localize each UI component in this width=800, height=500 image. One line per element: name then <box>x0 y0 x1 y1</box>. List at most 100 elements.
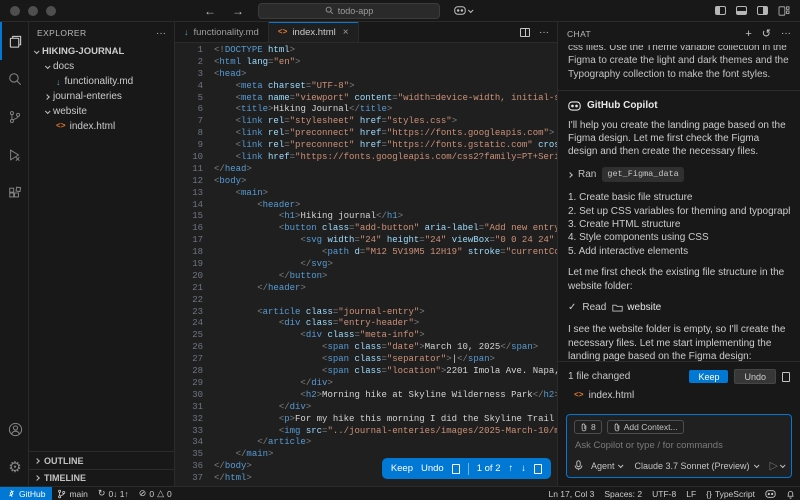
customize-layout-button[interactable] <box>778 6 790 16</box>
attachments-chip[interactable]: 8 <box>574 420 602 434</box>
previous-change-button[interactable]: ↑ <box>509 463 514 474</box>
cursor-position[interactable]: Ln 17, Col 3 <box>543 487 599 500</box>
extensions-view-icon[interactable] <box>0 174 28 212</box>
close-window-button[interactable] <box>10 6 20 16</box>
code-line[interactable]: 18 <path d="M12 5V19M5 12H19" stroke="cu… <box>175 247 557 259</box>
undo-all-button[interactable]: Undo <box>734 369 776 384</box>
accounts-icon[interactable] <box>0 410 28 448</box>
tab-functionality-md[interactable]: ↓ functionality.md <box>175 22 269 42</box>
code-line[interactable]: 29 </div> <box>175 378 557 390</box>
code-line[interactable]: 23 <article class="journal-entry"> <box>175 307 557 319</box>
read-step-row[interactable]: ✓ Read website <box>568 301 790 314</box>
next-change-button[interactable]: ↓ <box>521 463 526 474</box>
split-editor-button[interactable] <box>520 28 530 37</box>
code-line[interactable]: 4 <meta charset="UTF-8"> <box>175 81 557 93</box>
open-diff-icon[interactable] <box>452 464 460 474</box>
tree-item-journal-enteries[interactable]: journal-enteries <box>29 89 174 104</box>
code-line[interactable]: 8 <link rel="preconnect" href="https://f… <box>175 128 557 140</box>
code-line[interactable]: 33 <img src="../journal-enteries/images/… <box>175 426 557 438</box>
code-area[interactable]: 1<!DOCTYPE html>2<html lang="en">3<head>… <box>175 43 557 486</box>
notifications-bell[interactable] <box>781 487 800 500</box>
view-changes-icon[interactable] <box>782 372 790 382</box>
tree-item-functionality-md[interactable]: ↓functionality.md <box>29 74 174 89</box>
chat-messages[interactable]: css files. Use the Theme variable collec… <box>558 45 800 361</box>
model-selector[interactable]: Claude 3.7 Sonnet (Preview) <box>634 461 757 471</box>
code-line[interactable]: 15 <h1>Hiking journal</h1> <box>175 211 557 223</box>
forward-button[interactable]: → <box>232 4 244 18</box>
keep-change-button[interactable]: Keep <box>391 463 413 474</box>
code-line[interactable]: 32 <p>For my hike this morning I did the… <box>175 414 557 426</box>
changed-file-row[interactable]: <> index.html <box>574 390 790 401</box>
code-line[interactable]: 27 <span class="separator">|</span> <box>175 354 557 366</box>
new-chat-button[interactable]: + <box>745 28 751 40</box>
open-changes-icon[interactable] <box>534 464 542 474</box>
code-line[interactable]: 17 <svg width="24" height="24" viewBox="… <box>175 235 557 247</box>
tool-run-row[interactable]: Ran get_Figma_data <box>568 167 790 182</box>
encoding-indicator[interactable]: UTF-8 <box>647 487 681 500</box>
close-tab-icon[interactable]: × <box>343 27 349 38</box>
code-line[interactable]: 12<body> <box>175 176 557 188</box>
toggle-primary-sidebar-button[interactable] <box>715 6 726 15</box>
code-line[interactable]: 5 <meta name="viewport" content="width=d… <box>175 93 557 105</box>
code-line[interactable]: 9 <link rel="preconnect" href="https://f… <box>175 140 557 152</box>
tree-item-index-html[interactable]: <>index.html <box>29 119 174 134</box>
mode-selector[interactable]: Agent <box>591 461 623 471</box>
code-line[interactable]: 10 <link href="https://fonts.googleapis.… <box>175 152 557 164</box>
code-line[interactable]: 14 <header> <box>175 200 557 212</box>
command-center-search[interactable]: todo-app <box>258 3 440 19</box>
editor-more-actions-button[interactable]: ··· <box>539 27 549 38</box>
explorer-view-icon[interactable] <box>0 22 28 60</box>
chat-history-button[interactable]: ↺ <box>762 27 771 40</box>
chat-more-actions-button[interactable]: ··· <box>781 28 791 39</box>
code-line[interactable]: 1<!DOCTYPE html> <box>175 45 557 57</box>
code-line[interactable]: 34 </article> <box>175 437 557 449</box>
code-line[interactable]: 2<html lang="en"> <box>175 57 557 69</box>
code-line[interactable]: 20 </button> <box>175 271 557 283</box>
tree-root-hiking-journal[interactable]: HIKING-JOURNAL <box>29 44 174 59</box>
send-button[interactable]: ▷ <box>770 459 784 472</box>
read-target-link[interactable]: website <box>627 301 661 314</box>
minimize-window-button[interactable] <box>28 6 38 16</box>
code-line[interactable]: 3<head> <box>175 69 557 81</box>
code-line[interactable]: 6 <title>Hiking Journal</title> <box>175 104 557 116</box>
tree-item-docs[interactable]: docs <box>29 59 174 74</box>
problems-indicator[interactable]: ⊘ 0 △ 0 <box>134 487 177 500</box>
code-line[interactable]: 11</head> <box>175 164 557 176</box>
code-line[interactable]: 16 <button class="add-button" aria-label… <box>175 223 557 235</box>
code-line[interactable]: 21 </header> <box>175 283 557 295</box>
code-line[interactable]: 28 <span class="location">2201 Imola Ave… <box>175 366 557 378</box>
code-line[interactable]: 13 <main> <box>175 188 557 200</box>
language-indicator[interactable]: {} TypeScript <box>701 487 760 500</box>
explorer-more-actions-button[interactable]: ··· <box>156 28 166 39</box>
keep-all-button[interactable]: Keep <box>689 370 728 383</box>
indentation-indicator[interactable]: Spaces: 2 <box>599 487 647 500</box>
code-line[interactable]: 19 </svg> <box>175 259 557 271</box>
settings-gear-icon[interactable]: ⚙ <box>0 448 28 486</box>
run-debug-view-icon[interactable] <box>0 136 28 174</box>
code-line[interactable]: 31 </div> <box>175 402 557 414</box>
toggle-secondary-sidebar-button[interactable] <box>757 6 768 15</box>
undo-change-button[interactable]: Undo <box>421 463 444 474</box>
outline-section[interactable]: OUTLINE <box>29 452 174 469</box>
code-line[interactable]: 25 <div class="meta-info"> <box>175 330 557 342</box>
back-button[interactable]: ← <box>204 4 216 18</box>
search-view-icon[interactable] <box>0 60 28 98</box>
source-control-view-icon[interactable] <box>0 98 28 136</box>
timeline-section[interactable]: TIMELINE <box>29 469 174 486</box>
tab-index-html[interactable]: <> index.html × <box>269 22 359 42</box>
code-line[interactable]: 26 <span class="date">March 10, 2025</sp… <box>175 342 557 354</box>
copilot-menu-button[interactable] <box>454 6 472 15</box>
branch-indicator[interactable]: main <box>52 487 92 500</box>
sync-indicator[interactable]: ↻ 0↓ 1↑ <box>93 487 134 500</box>
eol-indicator[interactable]: LF <box>681 487 701 500</box>
code-line[interactable]: 30 <h2>Morning hike at Skyline Wildernes… <box>175 390 557 402</box>
maximize-window-button[interactable] <box>46 6 56 16</box>
toggle-panel-button[interactable] <box>736 6 747 15</box>
microphone-icon[interactable] <box>574 460 583 471</box>
add-context-chip[interactable]: Add Context... <box>607 420 684 434</box>
tree-item-website[interactable]: website <box>29 104 174 119</box>
copilot-status[interactable] <box>760 487 781 500</box>
code-line[interactable]: 7 <link rel="stylesheet" href="styles.cs… <box>175 116 557 128</box>
code-line[interactable]: 22 <box>175 295 557 307</box>
chat-input-box[interactable]: 8 Add Context... Ask Copilot or type / f… <box>566 414 792 478</box>
